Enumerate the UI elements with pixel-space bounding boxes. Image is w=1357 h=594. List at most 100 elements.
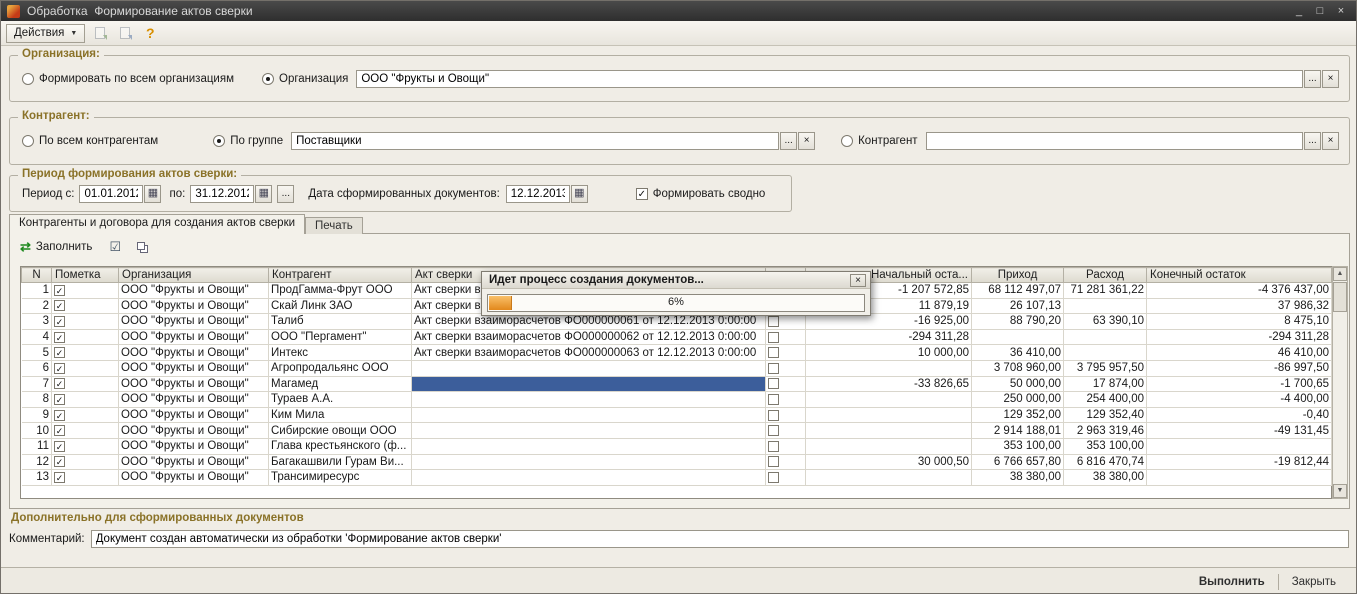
scroll-up-icon[interactable]: ▲ xyxy=(1333,267,1347,281)
column-header-konech[interactable]: Конечный остаток xyxy=(1146,267,1332,283)
cell-marked[interactable]: ✓ xyxy=(51,376,119,393)
fill-button[interactable]: ⇄ Заполнить xyxy=(16,238,96,256)
cell-org[interactable]: ООО "Фрукты и Овощи" xyxy=(118,282,269,299)
column-header-prihod[interactable]: Приход xyxy=(971,267,1064,283)
cell-contragent[interactable]: Агропродальянс ООО xyxy=(268,360,412,377)
group-input[interactable] xyxy=(291,132,780,150)
cell-akt[interactable] xyxy=(411,391,766,408)
cell-nach[interactable] xyxy=(805,422,972,439)
load-settings-icon[interactable] xyxy=(90,24,110,43)
cell-n[interactable]: 6 xyxy=(21,360,52,377)
column-header-contragent[interactable]: Контрагент xyxy=(268,267,412,283)
cell-prihod[interactable]: 3 708 960,00 xyxy=(971,360,1064,377)
cell-org[interactable]: ООО "Фрукты и Овощи" xyxy=(118,438,269,455)
cell-contragent[interactable]: Талиб xyxy=(268,313,412,330)
cell-konech[interactable]: 37 986,32 xyxy=(1146,298,1332,315)
calendar-icon[interactable]: ▦ xyxy=(570,185,588,203)
cell-contragent[interactable]: Тураев А.А. xyxy=(268,391,412,408)
cell-prihod[interactable]: 129 352,00 xyxy=(971,407,1064,424)
flag-checkbox[interactable] xyxy=(768,393,779,405)
cell-n[interactable]: 5 xyxy=(21,344,52,361)
comment-input[interactable] xyxy=(90,530,1349,548)
cell-rashod[interactable] xyxy=(1063,344,1147,361)
cell-prihod[interactable]: 353 100,00 xyxy=(971,438,1064,455)
flag-checkbox[interactable] xyxy=(768,347,779,359)
cell-flag[interactable] xyxy=(765,360,806,377)
cell-n[interactable]: 10 xyxy=(21,422,52,439)
cell-n[interactable]: 11 xyxy=(21,438,52,455)
mark-checkbox[interactable]: ✓ xyxy=(54,331,65,343)
cell-akt[interactable]: Акт сверки взаиморасчетов ФО000000063 от… xyxy=(411,344,766,361)
cell-n[interactable]: 7 xyxy=(21,376,52,393)
cell-prihod[interactable]: 68 112 497,07 xyxy=(971,282,1064,299)
cell-rashod[interactable]: 6 816 470,74 xyxy=(1063,454,1147,471)
mark-checkbox[interactable]: ✓ xyxy=(54,393,65,405)
group-clear-icon[interactable]: × xyxy=(798,132,816,150)
cell-prihod[interactable]: 26 107,13 xyxy=(971,298,1064,315)
cell-akt[interactable] xyxy=(411,438,766,455)
cell-marked[interactable]: ✓ xyxy=(51,282,119,299)
cell-n[interactable]: 3 xyxy=(21,313,52,330)
cell-rashod[interactable]: 71 281 361,22 xyxy=(1063,282,1147,299)
cell-rashod[interactable]: 3 795 957,50 xyxy=(1063,360,1147,377)
cell-nach[interactable] xyxy=(805,360,972,377)
cell-marked[interactable]: ✓ xyxy=(51,422,119,439)
mark-checkbox[interactable]: ✓ xyxy=(54,425,65,437)
execute-button[interactable]: Выполнить xyxy=(1193,574,1271,590)
cell-nach[interactable]: -294 311,28 xyxy=(805,329,972,346)
group-select-button[interactable]: ... xyxy=(780,132,798,150)
cell-konech[interactable]: -19 812,44 xyxy=(1146,454,1332,471)
cell-org[interactable]: ООО "Фрукты и Овощи" xyxy=(118,313,269,330)
cell-akt[interactable]: Акт сверки взаиморасчетов ФО000000061 от… xyxy=(411,313,766,330)
cell-org[interactable]: ООО "Фрукты и Овощи" xyxy=(118,391,269,408)
cell-akt[interactable] xyxy=(411,376,766,393)
maximize-button-icon[interactable]: □ xyxy=(1311,4,1329,19)
cell-n[interactable]: 13 xyxy=(21,469,52,486)
cell-contragent[interactable]: ПродГамма-Фрут ООО xyxy=(268,282,412,299)
scroll-down-icon[interactable]: ▼ xyxy=(1333,484,1347,498)
cell-prihod[interactable]: 50 000,00 xyxy=(971,376,1064,393)
flag-checkbox[interactable] xyxy=(768,409,779,421)
cell-konech[interactable]: 46 410,00 xyxy=(1146,344,1332,361)
copy-icon[interactable] xyxy=(134,239,152,255)
cell-marked[interactable]: ✓ xyxy=(51,391,119,408)
cell-n[interactable]: 8 xyxy=(21,391,52,408)
cell-org[interactable]: ООО "Фрукты и Овощи" xyxy=(118,376,269,393)
mark-checkbox[interactable]: ✓ xyxy=(54,440,65,452)
cell-akt[interactable] xyxy=(411,469,766,486)
cell-konech[interactable]: -1 700,65 xyxy=(1146,376,1332,393)
mark-checkbox[interactable]: ✓ xyxy=(54,378,65,390)
calendar-icon[interactable]: ▦ xyxy=(255,185,273,203)
cell-nach[interactable]: 30 000,50 xyxy=(805,454,972,471)
radio-by-group[interactable]: По группе xyxy=(213,135,283,147)
cell-marked[interactable]: ✓ xyxy=(51,360,119,377)
doc-date-input[interactable] xyxy=(505,185,570,203)
cell-nach[interactable]: 10 000,00 xyxy=(805,344,972,361)
vertical-scrollbar[interactable]: ▲ ▼ xyxy=(1332,266,1348,499)
tab-contragents[interactable]: Контрагенты и договора для создания акто… xyxy=(9,214,306,234)
cell-contragent[interactable]: Скай Линк ЗАО xyxy=(268,298,412,315)
cell-rashod[interactable]: 129 352,40 xyxy=(1063,407,1147,424)
cell-marked[interactable]: ✓ xyxy=(51,438,119,455)
cell-konech[interactable] xyxy=(1146,438,1332,455)
cell-rashod[interactable]: 38 380,00 xyxy=(1063,469,1147,486)
cell-prihod[interactable]: 38 380,00 xyxy=(971,469,1064,486)
cell-akt[interactable] xyxy=(411,454,766,471)
cell-konech[interactable]: -49 131,45 xyxy=(1146,422,1332,439)
cell-contragent[interactable]: Магамед xyxy=(268,376,412,393)
flag-checkbox[interactable] xyxy=(768,456,779,468)
cell-akt[interactable] xyxy=(411,422,766,439)
cell-konech[interactable]: -0,40 xyxy=(1146,407,1332,424)
cell-rashod[interactable]: 254 400,00 xyxy=(1063,391,1147,408)
cell-prihod[interactable] xyxy=(971,329,1064,346)
cell-prihod[interactable]: 6 766 657,80 xyxy=(971,454,1064,471)
cell-contragent[interactable]: ООО "Пергамент" xyxy=(268,329,412,346)
period-to-input[interactable] xyxy=(190,185,255,203)
cell-nach[interactable]: -33 826,65 xyxy=(805,376,972,393)
cell-akt[interactable] xyxy=(411,407,766,424)
save-settings-icon[interactable] xyxy=(115,24,135,43)
consolidated-checkbox[interactable]: ✓ Формировать сводно xyxy=(635,188,765,200)
mark-checkbox[interactable]: ✓ xyxy=(54,471,65,483)
cell-flag[interactable] xyxy=(765,329,806,346)
dialog-close-icon[interactable]: × xyxy=(850,273,866,287)
